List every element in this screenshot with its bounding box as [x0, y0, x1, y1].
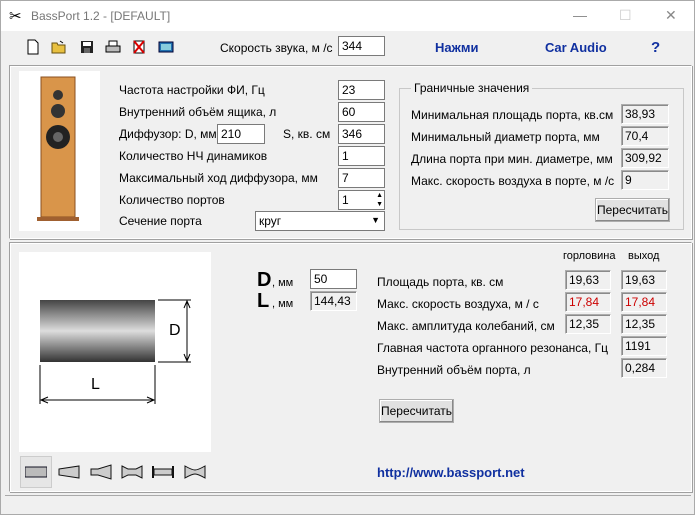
- status-bar: [5, 495, 691, 513]
- woofers-input[interactable]: 1: [338, 146, 385, 166]
- diffuser-label: Диффузор: D, мм: [119, 127, 217, 141]
- box-volume-input[interactable]: 60: [338, 102, 385, 122]
- flared-cone-port-button[interactable]: [87, 458, 115, 486]
- press-link[interactable]: Нажми: [435, 40, 478, 55]
- app-icon: ✂: [9, 8, 22, 25]
- max-air-value: 9: [621, 170, 669, 190]
- xmax-label: Максимальный ход диффузора, мм: [119, 171, 318, 185]
- ports-label: Количество портов: [119, 193, 225, 207]
- diffuser-d-input[interactable]: 210: [217, 124, 265, 144]
- min-diam-label: Минимальный диаметр порта, мм: [411, 130, 600, 144]
- port-area-exit: 19,63: [621, 270, 667, 290]
- cone-port-button[interactable]: [55, 458, 83, 486]
- straight-port-icon: [25, 466, 47, 478]
- double-cone-port-button[interactable]: [118, 458, 146, 486]
- ports-value: 1: [342, 193, 349, 207]
- amplitude-throat: 12,35: [565, 314, 611, 334]
- double-flared-port-icon: [184, 465, 206, 479]
- save-icon[interactable]: [79, 39, 95, 55]
- organ-resonance-label: Главная частота органного резонанса, Гц: [377, 341, 609, 355]
- spinner-arrows-icon[interactable]: ▲ ▼: [376, 191, 383, 209]
- l-letter: L: [257, 290, 270, 312]
- amplitude-label: Макс. амплитуда колебаний, см: [377, 319, 555, 333]
- ports-spinner[interactable]: 1 ▲ ▼: [338, 190, 385, 210]
- chevron-down-icon: ▼: [371, 215, 380, 225]
- area-label: S, кв. см: [283, 127, 331, 141]
- section-select[interactable]: круг ▼: [255, 211, 385, 231]
- woofers-label: Количество НЧ динамиков: [119, 149, 268, 163]
- limits-title: Граничные значения: [411, 81, 533, 95]
- help-button[interactable]: ?: [651, 39, 660, 56]
- open-folder-icon[interactable]: [51, 39, 67, 55]
- diagram-l-label: L: [91, 376, 100, 393]
- double-flared-port-button[interactable]: [181, 458, 209, 486]
- window-title: BassPort 1.2 - [DEFAULT]: [31, 9, 171, 23]
- port-diagram: D L: [19, 252, 211, 452]
- air-speed-exit: 17,84: [621, 292, 667, 312]
- l-unit: , мм: [272, 298, 294, 310]
- car-audio-link[interactable]: Car Audio: [545, 40, 607, 55]
- title-bar: ✂ BassPort 1.2 - [DEFAULT] — ☐ ✕: [1, 1, 694, 31]
- port-area-label: Площадь порта, кв. см: [377, 275, 504, 289]
- diagram-d-label: D: [169, 322, 181, 339]
- area-input[interactable]: 346: [338, 124, 385, 144]
- xmax-input[interactable]: 7: [338, 168, 385, 188]
- port-length-value: 309,92: [621, 148, 669, 168]
- air-speed-throat: 17,84: [565, 292, 611, 312]
- close-button[interactable]: ✕: [665, 7, 677, 24]
- flanged-port-icon: [152, 466, 174, 478]
- app-window: ✂ BassPort 1.2 - [DEFAULT] — ☐ ✕ Скорост…: [0, 0, 695, 515]
- max-air-label: Макс. скорость воздуха в порте, м /с: [411, 174, 615, 188]
- min-area-value: 38,93: [621, 104, 669, 124]
- port-area-throat: 19,63: [565, 270, 611, 290]
- port-volume-value: 0,284: [621, 358, 667, 378]
- sound-speed-label: Скорость звука, м /с: [220, 41, 333, 55]
- limits-recalc-button[interactable]: Пересчитать: [595, 198, 670, 222]
- amplitude-exit: 12,35: [621, 314, 667, 334]
- port-volume-label: Внутренний объём порта, л: [377, 363, 531, 377]
- min-diam-value: 70,4: [621, 126, 669, 146]
- port-d-input[interactable]: 50: [310, 269, 357, 289]
- sound-speed-input[interactable]: 344: [338, 36, 385, 56]
- minimize-button[interactable]: —: [573, 7, 587, 23]
- delete-icon[interactable]: [131, 39, 147, 55]
- exit-column-header: выход: [628, 250, 660, 262]
- air-speed-label: Макс. скорость воздуха, м / с: [377, 297, 539, 311]
- flared-cone-port-icon: [90, 464, 112, 480]
- straight-port-button[interactable]: [20, 456, 52, 488]
- flanged-port-button[interactable]: [149, 458, 177, 486]
- d-letter: D: [257, 269, 272, 291]
- calculator-icon[interactable]: [158, 39, 174, 55]
- double-cone-port-icon: [121, 465, 143, 479]
- port-l-value: 144,43: [310, 291, 357, 311]
- tuning-freq-input[interactable]: 23: [338, 80, 385, 100]
- cone-port-icon: [58, 465, 80, 479]
- throat-column-header: горловина: [563, 250, 616, 262]
- section-label: Сечение порта: [119, 214, 202, 228]
- maximize-button[interactable]: ☐: [619, 7, 632, 24]
- speaker-image: [19, 71, 100, 231]
- port-length-label: Длина порта при мин. диаметре, мм: [411, 152, 613, 166]
- new-file-icon[interactable]: [25, 39, 41, 55]
- website-link[interactable]: http://www.bassport.net: [377, 465, 525, 480]
- port-recalc-button[interactable]: Пересчитать: [379, 399, 454, 423]
- box-volume-label: Внутренний объём ящика, л: [119, 105, 277, 119]
- organ-resonance-value: 1191: [621, 336, 667, 356]
- min-area-label: Минимальная площадь порта, кв.см: [411, 108, 614, 122]
- section-value: круг: [259, 214, 282, 228]
- tuning-freq-label: Частота настройки ФИ, Гц: [119, 83, 265, 97]
- print-icon[interactable]: [105, 39, 121, 55]
- d-unit: , мм: [272, 277, 294, 289]
